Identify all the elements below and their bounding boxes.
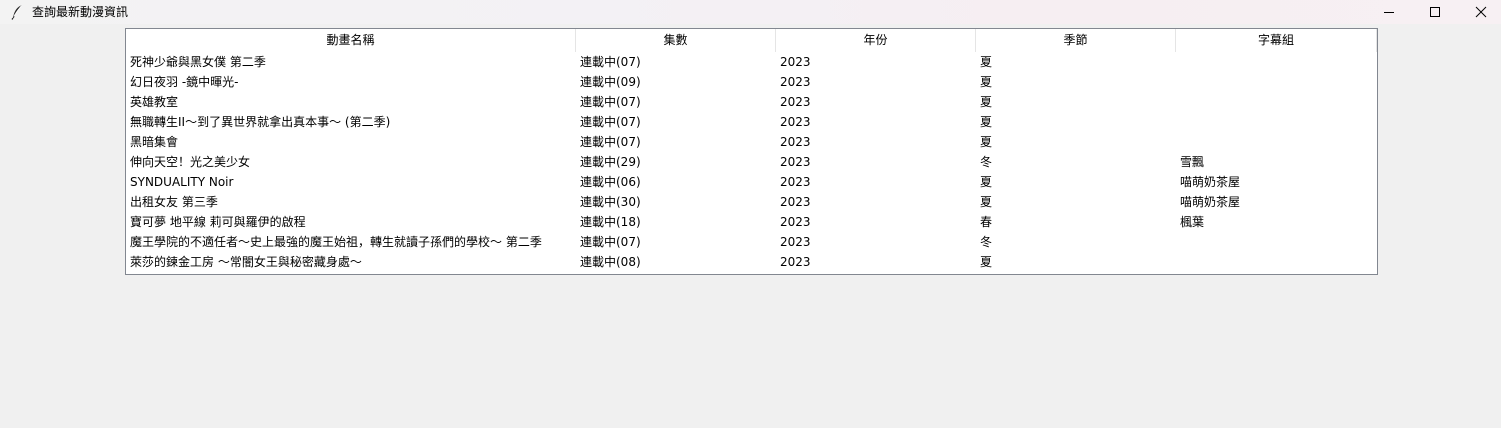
cell-year: 2023	[780, 155, 811, 169]
cell-episodes: 連載中(30)	[580, 195, 641, 209]
cell-title: 出租女友 第三季	[130, 195, 218, 209]
cell-season: 夏	[980, 55, 993, 69]
cell-subgroup	[1176, 112, 1377, 132]
table-row[interactable]: 無職轉生II～到了異世界就拿出真本事～ (第二季) 連載中(07) 2023 夏	[126, 112, 1377, 132]
cell-season: 夏	[980, 135, 993, 149]
cell-episodes: 連載中(06)	[580, 175, 641, 189]
table-row[interactable]: 魔王學院的不適任者～史上最強的魔王始祖，轉生就讀子孫們的學校～ 第二季 連載中(0…	[126, 232, 1377, 252]
cell-season: 夏	[980, 255, 993, 269]
feather-icon	[10, 4, 24, 20]
cell-title: 魔王學院的不適任者～史上最強的魔王始祖，轉生就讀子孫們的學校～ 第二季	[130, 235, 542, 249]
minimize-icon	[1384, 12, 1394, 13]
table-row[interactable]: 寶可夢 地平線 莉可與羅伊的啟程 連載中(18) 2023 春 楓葉	[126, 212, 1377, 232]
cell-year: 2023	[780, 175, 811, 189]
cell-season: 冬	[980, 235, 993, 249]
cell-title: 寶可夢 地平線 莉可與羅伊的啟程	[130, 215, 306, 229]
cell-title: SYNDUALITY Noir	[130, 175, 234, 189]
cell-title: 黑暗集會	[130, 135, 179, 149]
close-button[interactable]	[1458, 0, 1501, 24]
cell-episodes: 連載中(07)	[580, 115, 641, 129]
cell-episodes: 連載中(08)	[580, 255, 641, 269]
maximize-button[interactable]	[1412, 0, 1458, 24]
table-row[interactable]: 黑暗集會 連載中(07) 2023 夏	[126, 132, 1377, 152]
column-header-subgroup[interactable]: 字幕組	[1176, 29, 1377, 52]
cell-year: 2023	[780, 215, 811, 229]
table-row[interactable]: SYNDUALITY Noir 連載中(06) 2023 夏 喵萌奶茶屋	[126, 172, 1377, 192]
cell-subgroup	[1176, 232, 1377, 252]
table-header: 動畫名稱 集數 年份 季節 字幕組	[126, 29, 1377, 52]
cell-subgroup	[1176, 132, 1377, 152]
cell-subgroup: 楓葉	[1180, 215, 1205, 229]
cell-season: 夏	[980, 75, 993, 89]
cell-season: 冬	[980, 155, 993, 169]
cell-episodes: 連載中(07)	[580, 235, 641, 249]
close-icon	[1475, 6, 1487, 18]
cell-subgroup	[1176, 92, 1377, 112]
anime-table[interactable]: 動畫名稱 集數 年份 季節 字幕組 死神少爺與黑女僕 第二季 連載中(07) 202…	[125, 28, 1378, 275]
column-header-season[interactable]: 季節	[976, 29, 1176, 52]
cell-episodes: 連載中(18)	[580, 215, 641, 229]
cell-season: 夏	[980, 115, 993, 129]
cell-season: 夏	[980, 195, 993, 209]
table-row[interactable]: 萊莎的鍊金工房 ～常闇女王與秘密藏身處～ 連載中(08) 2023 夏	[126, 252, 1377, 272]
window-title: 查詢最新動漫資訊	[32, 5, 129, 19]
cell-year: 2023	[780, 235, 811, 249]
cell-title: 英雄教室	[130, 95, 179, 109]
table-row[interactable]: 英雄教室 連載中(07) 2023 夏	[126, 92, 1377, 112]
cell-title: 死神少爺與黑女僕 第二季	[130, 55, 266, 69]
column-header-year[interactable]: 年份	[776, 29, 976, 52]
cell-subgroup	[1176, 252, 1377, 272]
table-row[interactable]: 出租女友 第三季 連載中(30) 2023 夏 喵萌奶茶屋	[126, 192, 1377, 212]
cell-episodes: 連載中(29)	[580, 155, 641, 169]
cell-title: 幻日夜羽 -鏡中暉光-	[130, 75, 239, 89]
cell-year: 2023	[780, 115, 811, 129]
cell-episodes: 連載中(09)	[580, 75, 641, 89]
cell-season: 夏	[980, 95, 993, 109]
table-row[interactable]: 死神少爺與黑女僕 第二季 連載中(07) 2023 夏	[126, 52, 1377, 72]
cell-subgroup: 喵萌奶茶屋	[1180, 195, 1241, 209]
cell-title: 無職轉生II～到了異世界就拿出真本事～ (第二季)	[130, 115, 391, 129]
minimize-button[interactable]	[1366, 0, 1412, 24]
cell-season: 春	[980, 215, 993, 229]
cell-title: 萊莎的鍊金工房 ～常闇女王與秘密藏身處～	[130, 255, 362, 269]
cell-subgroup	[1176, 52, 1377, 72]
cell-year: 2023	[780, 135, 811, 149]
column-header-episodes[interactable]: 集數	[576, 29, 776, 52]
cell-subgroup	[1176, 72, 1377, 92]
cell-year: 2023	[780, 195, 811, 209]
cell-year: 2023	[780, 75, 811, 89]
cell-season: 夏	[980, 175, 993, 189]
cell-episodes: 連載中(07)	[580, 95, 641, 109]
cell-year: 2023	[780, 95, 811, 109]
cell-episodes: 連載中(07)	[580, 55, 641, 69]
cell-year: 2023	[780, 55, 811, 69]
cell-subgroup: 喵萌奶茶屋	[1180, 175, 1241, 189]
table-row[interactable]: 伸向天空！光之美少女 連載中(29) 2023 冬 雪飄	[126, 152, 1377, 172]
column-header-title[interactable]: 動畫名稱	[126, 29, 576, 52]
cell-episodes: 連載中(07)	[580, 135, 641, 149]
maximize-icon	[1430, 7, 1440, 17]
cell-subgroup: 雪飄	[1180, 155, 1205, 169]
title-bar[interactable]: 查詢最新動漫資訊	[0, 0, 1501, 24]
table-row[interactable]: 幻日夜羽 -鏡中暉光- 連載中(09) 2023 夏	[126, 72, 1377, 92]
cell-title: 伸向天空！光之美少女	[130, 155, 251, 169]
cell-year: 2023	[780, 255, 811, 269]
